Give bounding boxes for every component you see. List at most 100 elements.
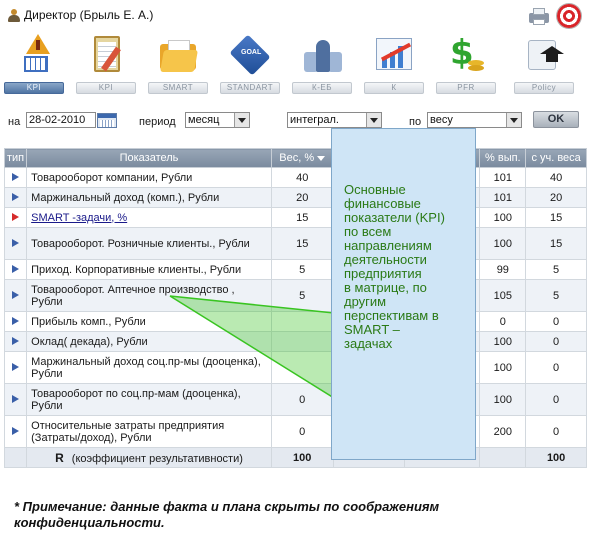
indicator-cell: Товарооборот. Розничные клиенты., Рубли [26, 227, 272, 260]
weighted-cell: 40 [525, 167, 587, 188]
date-input[interactable]: 28-02-2010 [26, 112, 96, 128]
row-type-cell[interactable] [3, 187, 28, 208]
chevron-down-icon [238, 118, 246, 123]
tool-kpi-2[interactable]: KPI [74, 30, 136, 96]
tool-pfr[interactable]: $ PFR [434, 30, 496, 96]
triangle-right-icon [12, 290, 20, 299]
col-weighted[interactable]: с уч. веса [525, 148, 587, 168]
col-pct-done[interactable]: % вып. [479, 148, 527, 168]
pct-done-cell: 105 [479, 279, 527, 312]
col-indicator[interactable]: Показатель [26, 148, 272, 168]
pct-done-cell: 100 [479, 227, 527, 260]
triangle-right-icon [12, 394, 20, 403]
ok-button[interactable]: OK [533, 111, 579, 128]
weighted-cell: 5 [525, 259, 587, 280]
callout-box: Основные финансовые показатели (KPI) по все… [331, 128, 476, 460]
kpi-warning-icon [14, 34, 54, 74]
callout-line: по всем [344, 224, 392, 239]
indicator-label: Приход. Корпоративные клиенты., Рубли [31, 263, 242, 276]
tool-k[interactable]: К [362, 30, 424, 96]
row-type-cell[interactable] [3, 415, 28, 448]
weight-cell: 0 [270, 415, 334, 448]
tool-tab-label: К [364, 82, 424, 94]
pct-done-cell: 100 [479, 207, 527, 228]
callout-line: перспективам в [344, 308, 439, 323]
pct-done-cell: 101 [479, 167, 527, 188]
row-type-cell[interactable] [3, 167, 28, 188]
pct-done-cell: 200 [479, 415, 527, 448]
table-row[interactable]: Прибыль комп., Рубли 0 0 [3, 311, 587, 332]
triangle-right-icon [12, 238, 20, 247]
indicator-label: Товарооборот. Розничные клиенты., Рубли [31, 237, 250, 250]
tool-keb[interactable]: К-ЕБ [290, 30, 352, 96]
tool-kpi[interactable]: KPI [2, 30, 64, 96]
tool-tab-label: PFR [436, 82, 496, 94]
folder-icon [158, 34, 198, 74]
weight-cell: 15 [270, 207, 334, 228]
indicator-label: Относительные затраты предприятия (Затра… [31, 419, 225, 444]
table-row[interactable]: Товарооборот. Розничные клиенты., Рубли 1… [3, 227, 587, 260]
period-select[interactable]: месяц [185, 112, 250, 128]
table-row[interactable]: Маржинальный доход (комп.), Рубли 20 101 20 [3, 187, 587, 208]
table-row[interactable]: Маржинальный доход соц.пр-мы (дооценка),… [3, 351, 587, 384]
sort-desc-icon [317, 155, 326, 161]
table-row[interactable]: Оклад( декада), Рубли 100 0 [3, 331, 587, 352]
indicator-cell: Прибыль комп., Рубли [26, 311, 272, 332]
by-label: по [409, 116, 422, 128]
indicator-label: Прибыль комп., Рубли [31, 315, 146, 328]
total-weighted: 100 [525, 447, 587, 468]
indicator-cell[interactable]: SMART -задачи, % [26, 207, 272, 228]
pct-done-cell: 100 [479, 383, 527, 416]
table-row[interactable]: Относительные затраты предприятия (Затра… [3, 415, 587, 448]
callout-line: Основные [344, 182, 406, 197]
triangle-right-icon [12, 362, 20, 371]
callout-line: другим [344, 294, 387, 309]
target-icon[interactable] [557, 4, 581, 28]
triangle-right-icon [12, 264, 20, 273]
table-row[interactable]: Товарооборот по соц.пр-мам (дооценка), Р… [3, 383, 587, 416]
weighted-cell: 15 [525, 207, 587, 228]
row-type-cell[interactable] [3, 331, 28, 352]
pct-done-cell: 100 [479, 351, 527, 384]
calendar-icon[interactable] [97, 113, 117, 128]
tool-tab-label: SMART [148, 82, 208, 94]
callout-line: показатели (KPI) [344, 210, 445, 225]
printer-icon[interactable] [527, 7, 551, 25]
goal-icon: GOAL [229, 34, 271, 76]
col-weight[interactable]: Вес, % [270, 148, 334, 168]
row-type-cell[interactable] [3, 207, 28, 228]
indicator-cell: Маржинальный доход соц.пр-мы (дооценка),… [26, 351, 272, 384]
table-row[interactable]: SMART -задачи, % 15 100 15 [3, 207, 587, 228]
row-type-cell[interactable] [3, 227, 28, 260]
row-type-cell[interactable] [3, 259, 28, 280]
chess-icon [302, 34, 342, 74]
total-label-cell: R (коэффициент результативности) [26, 447, 272, 468]
indicator-cell: Товарооборот. Аптечное производство , Ру… [26, 279, 272, 312]
date-label: на [8, 116, 21, 128]
total-weight: 100 [270, 447, 334, 468]
callout-line: деятельности [344, 252, 427, 267]
indicator-link[interactable]: SMART -задачи, % [31, 212, 127, 224]
mode-select[interactable]: интеграл. [287, 112, 382, 128]
graduation-cap-icon [524, 34, 564, 74]
table-row[interactable]: Товарооборот компании, Рубли 40 101 40 [3, 167, 587, 188]
weight-cell [270, 311, 334, 332]
row-type-cell[interactable] [3, 351, 28, 384]
row-type-cell[interactable] [3, 279, 28, 312]
filter-bar: на 28-02-2010 период месяц интеграл. по … [0, 102, 591, 140]
weighted-cell: 20 [525, 187, 587, 208]
period-label: период [139, 116, 176, 128]
table-row[interactable]: Приход. Корпоративные клиенты., Рубли 5 99… [3, 259, 587, 280]
tool-smart[interactable]: SMART [146, 30, 208, 96]
triangle-right-icon [12, 316, 20, 325]
triangle-right-icon [12, 192, 20, 201]
by-select[interactable]: весу [427, 112, 522, 128]
table-row[interactable]: Товарооборот. Аптечное производство , Ру… [3, 279, 587, 312]
row-type-cell[interactable] [3, 311, 28, 332]
col-type[interactable]: тип [3, 148, 28, 168]
tool-policy[interactable]: Policy [512, 30, 574, 96]
weighted-cell: 15 [525, 227, 587, 260]
tool-standart[interactable]: GOAL STANDART [218, 30, 280, 96]
row-type-cell[interactable] [3, 383, 28, 416]
pct-done-cell: 101 [479, 187, 527, 208]
